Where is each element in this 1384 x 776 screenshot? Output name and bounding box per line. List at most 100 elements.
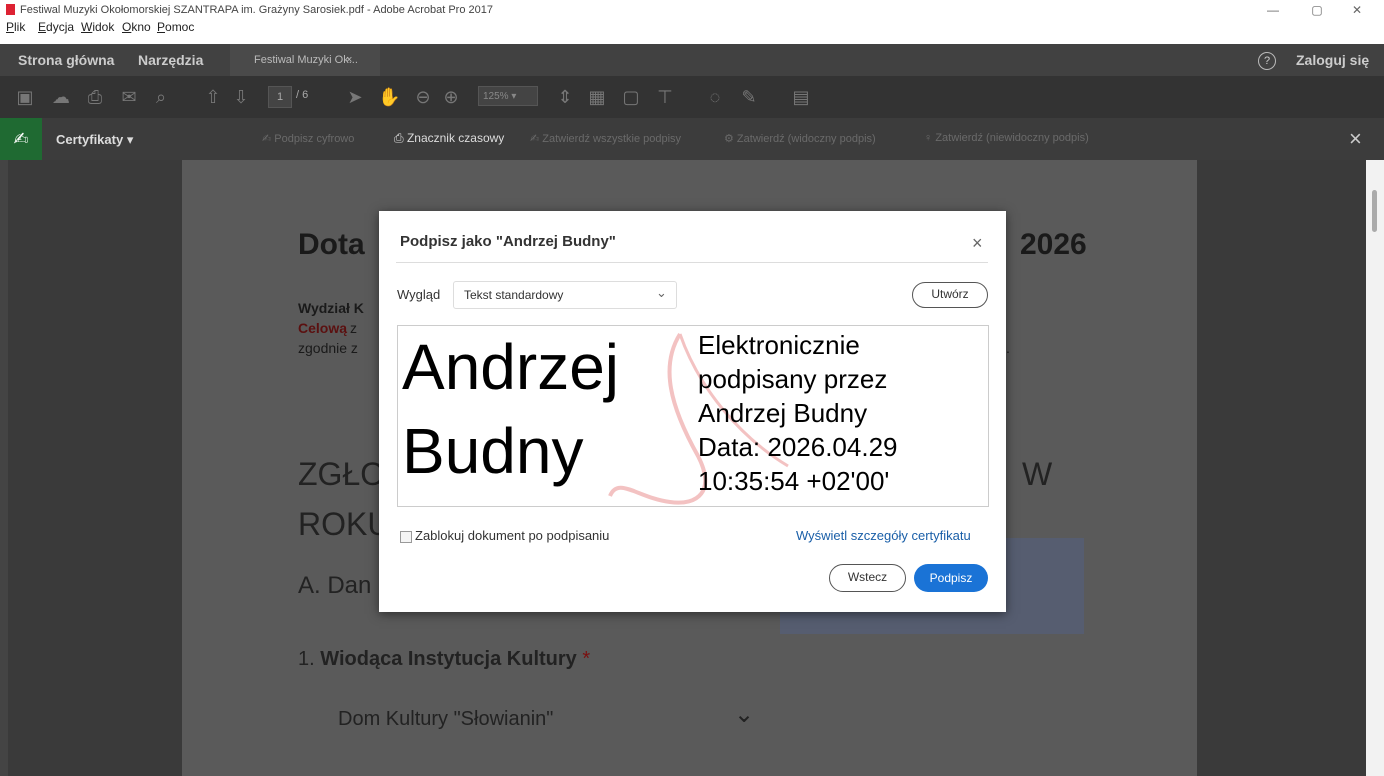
- doc-dot: .: [1006, 340, 1010, 356]
- pen-icon[interactable]: ✎: [738, 86, 760, 108]
- tab-bar: Strona główna Narzędzia Festiwal Muzyki …: [0, 44, 1384, 76]
- fit-width-icon[interactable]: ▦: [586, 86, 608, 108]
- doc-institution-text: Wiodąca Instytucja Kultury: [320, 648, 577, 670]
- right-scroll-panel: [1366, 160, 1384, 776]
- signature-name-line1: Andrzej: [402, 331, 619, 403]
- dialog-divider: [396, 262, 988, 263]
- signature-name-line2: Budny: [402, 415, 584, 487]
- certificates-label: Certyfikaty: [56, 132, 124, 147]
- menu-bar: Plik Edycja Widok Okno Pomoc: [0, 20, 1384, 45]
- tab-home[interactable]: Strona główna: [18, 52, 114, 68]
- hand-tool-icon[interactable]: ✋: [378, 86, 400, 108]
- page-down-icon[interactable]: ⇩: [230, 86, 252, 108]
- chevron-down-icon[interactable]: ⌄: [734, 700, 754, 729]
- timestamp-button[interactable]: ⎙ Znacznik czasowy: [394, 131, 504, 146]
- validate-all-label: Zatwierdź wszystkie podpisy: [542, 133, 682, 145]
- menu-pomoc[interactable]: Pomoc: [157, 20, 194, 34]
- signature-detail-4: Data: 2026.04.29: [698, 432, 898, 462]
- signature-detail-2: podpisany przez: [698, 364, 888, 394]
- signature-detail-1: Elektronicznie: [698, 330, 860, 360]
- sign-button[interactable]: Podpisz: [914, 564, 988, 592]
- menu-widok[interactable]: Widok: [81, 20, 114, 34]
- pdf-app-icon: [6, 4, 15, 15]
- appearance-value: Tekst standardowy: [464, 288, 564, 302]
- validate-invisible-button[interactable]: ♀ Zatwierdź (niewidoczny podpis): [924, 132, 1089, 144]
- help-icon[interactable]: ?: [1258, 52, 1276, 70]
- menu-okno[interactable]: Okno: [122, 20, 151, 34]
- signature-preview: Andrzej Budny Elektronicznie podpisany p…: [397, 325, 989, 507]
- appearance-select[interactable]: Tekst standardowy ⌄: [453, 281, 677, 309]
- lock-document-label[interactable]: Zablokuj dokument po podpisaniu: [415, 528, 609, 543]
- zoom-value: 125%: [483, 91, 509, 102]
- doc-heading-year: 2026: [1020, 228, 1087, 261]
- validate-visible-button[interactable]: ⚙ Zatwierdź (widoczny podpis): [724, 132, 876, 145]
- full-screen-icon[interactable]: ▢: [620, 86, 642, 108]
- certificates-menu[interactable]: Certyfikaty ▾: [56, 132, 133, 148]
- select-cursor-icon[interactable]: ➤: [344, 86, 366, 108]
- tab-document-label: Festiwal Muzyki Ok...: [254, 54, 358, 66]
- validate-all-button[interactable]: ✍ Zatwierdź wszystkie podpisy: [530, 132, 681, 145]
- doc-heading-left: Dota: [298, 228, 365, 261]
- create-button[interactable]: Utwórz: [912, 282, 988, 308]
- save-icon[interactable]: ▣: [14, 86, 36, 108]
- menu-edycja[interactable]: Edycja: [38, 20, 74, 34]
- form-icon[interactable]: ▤: [790, 86, 812, 108]
- page-total: / 6: [296, 89, 309, 101]
- window-title: Festiwal Muzyki Okołomorskiej SZANTRAPA …: [20, 4, 493, 16]
- close-certificates-icon[interactable]: ×: [1349, 126, 1362, 152]
- validate-visible-label: Zatwierdź (widoczny podpis): [736, 133, 876, 145]
- zoom-in-icon[interactable]: ⊕: [440, 86, 462, 108]
- doc-zglo: ZGŁO: [298, 456, 386, 492]
- certificates-toolbar: ✍ Certyfikaty ▾ ✍ Podpisz cyfrowo ⎙ Znac…: [0, 118, 1384, 161]
- certificate-tool-icon[interactable]: ✍: [0, 118, 42, 160]
- doc-celowa: Celową: [298, 320, 348, 336]
- close-window-button[interactable]: ✕: [1342, 3, 1372, 17]
- sign-digitally-button[interactable]: ✍ Podpisz cyfrowo: [262, 132, 354, 145]
- doc-zgodnie: zgodnie z: [298, 340, 358, 356]
- doc-celowa-rest: z: [350, 320, 357, 336]
- timestamp-label: Znacznik czasowy: [406, 131, 505, 145]
- required-star: *: [582, 648, 591, 670]
- sign-dialog: Podpisz jako "Andrzej Budny" × Wygląd Te…: [379, 211, 1006, 612]
- chevron-down-icon: ⌄: [656, 285, 667, 300]
- email-icon[interactable]: ✉: [118, 86, 140, 108]
- doc-section-a: A. Dan: [298, 572, 372, 599]
- signature-detail-5: 10:35:54 +02'00': [698, 466, 890, 496]
- main-toolbar: ▣ ☁ ⎙ ✉ ⌕ ⇧ ⇩ 1 / 6 ➤ ✋ ⊖ ⊕ 125% ▾ ⇕ ▦ ▢…: [0, 76, 1384, 118]
- back-button[interactable]: Wstecz: [829, 564, 906, 592]
- minimize-button[interactable]: —: [1258, 3, 1288, 17]
- upload-icon[interactable]: ☁: [50, 86, 72, 108]
- scroll-mode-icon[interactable]: ⊤: [654, 86, 676, 108]
- print-icon[interactable]: ⎙: [84, 86, 106, 108]
- appearance-label: Wygląd: [397, 287, 441, 302]
- zoom-select[interactable]: 125% ▾: [478, 86, 538, 106]
- login-link[interactable]: Zaloguj się: [1296, 52, 1369, 68]
- doc-institution-value[interactable]: Dom Kultury "Słowianin": [338, 708, 553, 731]
- fit-page-icon[interactable]: ⇕: [554, 86, 576, 108]
- tab-tools[interactable]: Narzędzia: [138, 52, 203, 68]
- title-bar: Festiwal Muzyki Okołomorskiej SZANTRAPA …: [0, 0, 1384, 20]
- left-panel-handle[interactable]: [0, 160, 8, 776]
- dialog-close-icon[interactable]: ×: [972, 233, 983, 254]
- dialog-title: Podpisz jako "Andrzej Budny": [400, 233, 616, 250]
- tab-close-icon[interactable]: ×: [346, 54, 352, 66]
- restore-button[interactable]: ▢: [1302, 3, 1332, 17]
- validate-invisible-label: Zatwierdź (niewidoczny podpis): [935, 132, 1089, 144]
- menu-plik[interactable]: Plik: [6, 20, 25, 34]
- doc-w: W: [1022, 456, 1053, 492]
- view-certificate-link[interactable]: Wyświetl szczegóły certyfikatu: [796, 528, 971, 543]
- scrollbar-thumb[interactable]: [1372, 190, 1377, 232]
- doc-wydzial: Wydział K: [298, 300, 364, 316]
- tab-document[interactable]: Festiwal Muzyki Ok... ×: [230, 44, 380, 76]
- doc-institution-number: 1.: [298, 648, 315, 670]
- comment-icon[interactable]: ◌: [704, 86, 726, 108]
- sign-digitally-label: Podpisz cyfrowo: [274, 133, 355, 145]
- doc-roku: ROKU: [298, 506, 391, 542]
- lock-document-checkbox[interactable]: [400, 531, 412, 543]
- page-up-icon[interactable]: ⇧: [202, 86, 224, 108]
- zoom-out-icon[interactable]: ⊖: [412, 86, 434, 108]
- search-icon[interactable]: ⌕: [150, 86, 172, 108]
- doc-institution-label: 1. Wiodąca Instytucja Kultury *: [298, 648, 590, 671]
- page-number-input[interactable]: 1: [268, 86, 292, 108]
- signature-detail-3: Andrzej Budny: [698, 398, 868, 428]
